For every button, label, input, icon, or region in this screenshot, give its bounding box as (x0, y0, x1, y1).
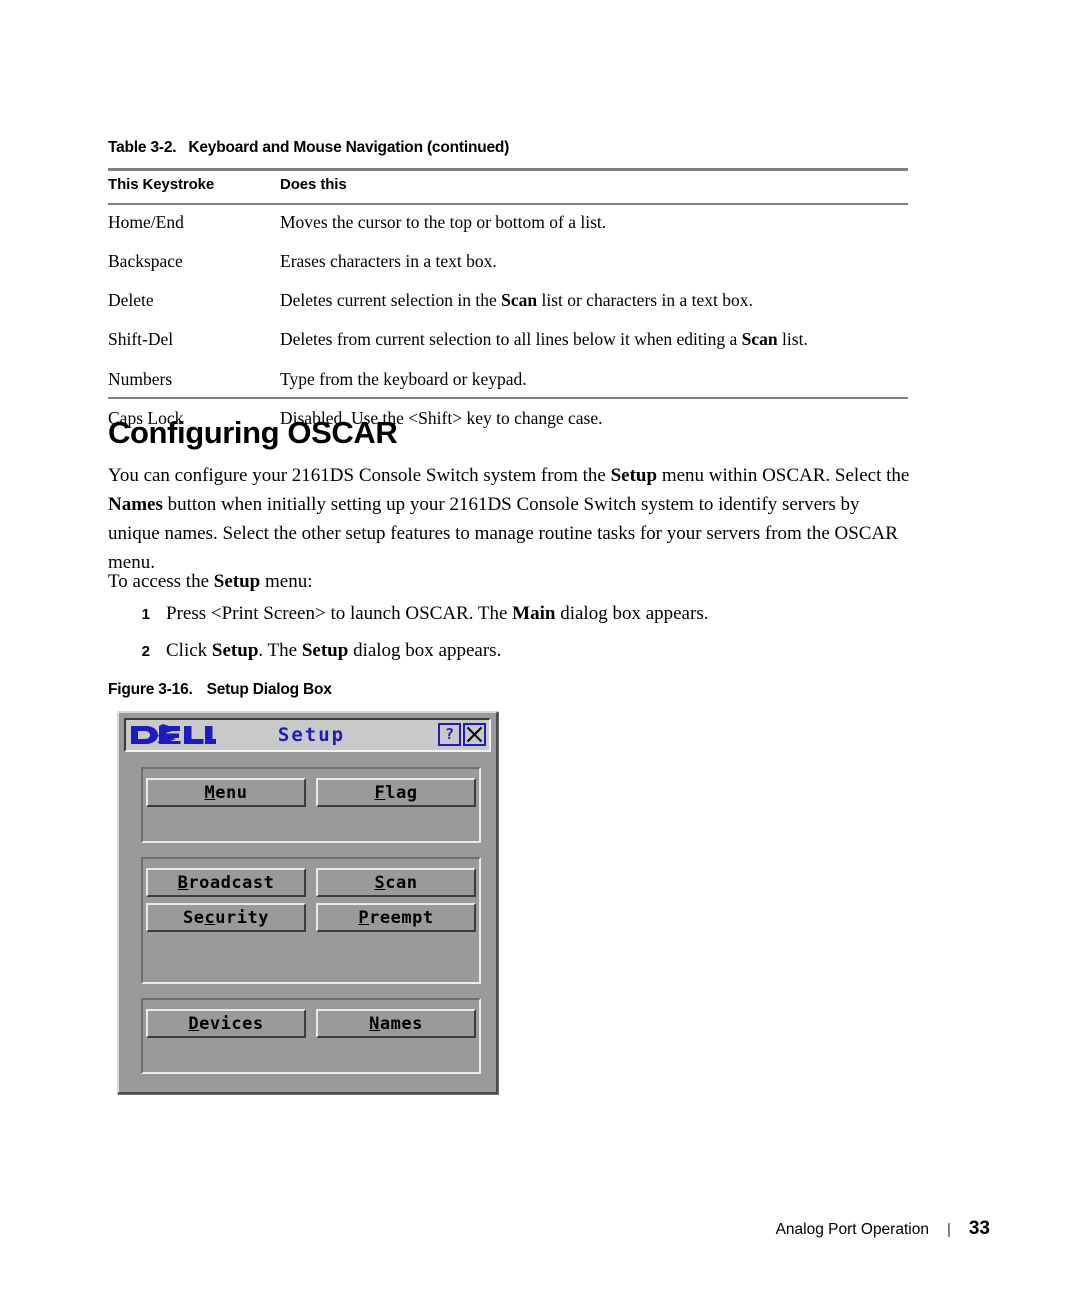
paragraph-part-1: You can configure your 2161DS Console Sw… (108, 465, 611, 486)
document-page: Table 3-2. Keyboard and Mouse Navigation … (0, 0, 1080, 1296)
cell-keystroke: Home/End (108, 212, 184, 232)
dialog-button-preempt[interactable]: Preempt (316, 903, 476, 932)
navigation-table: This Keystroke Does this Home/End Moves t… (108, 176, 908, 438)
cell-text: Deletes current selection in the (280, 290, 502, 311)
cell-description: Erases characters in a text box. (280, 242, 908, 281)
step-text-part: . The (258, 639, 302, 661)
cell-description: Moves the cursor to the top or bottom of… (280, 203, 908, 242)
table-rule-top (108, 168, 908, 171)
table-caption-text: Keyboard and Mouse Navigation (continued… (188, 139, 510, 156)
lead-bold-setup: Setup (213, 571, 261, 592)
table-caption: Table 3-2. Keyboard and Mouse Navigation … (108, 139, 509, 157)
step-emphasis: Setup (211, 639, 259, 661)
dialog-group-2: Broadcast Scan Se c urity Preempt (141, 857, 481, 984)
paragraph-part-3: button when initially setting up your 21… (108, 493, 898, 573)
dell-logo-icon (131, 724, 216, 744)
dialog-button-menu[interactable]: Menu (146, 778, 306, 807)
dialog-button-flag[interactable]: Flag (316, 778, 476, 807)
cell-keystroke: Delete (108, 290, 154, 311)
dialog-button-broadcast[interactable]: Broadcast (146, 868, 306, 897)
table-row: Home/End Moves the cursor to the top or b… (108, 203, 908, 242)
step-item: 1 Press <Print Screen> to launch OSCAR. T… (108, 600, 913, 629)
cell-emphasis: Scan (741, 329, 778, 350)
page-number: 33 (968, 1218, 990, 1239)
cell-keystroke: Shift-Del (108, 329, 174, 350)
dialog-button-scan[interactable]: Scan (316, 868, 476, 897)
cell-text: Type from the keyboard or keypad. (280, 368, 527, 389)
help-icon[interactable]: ? (438, 723, 461, 746)
numbered-steps: 1 Press <Print Screen> to launch OSCAR. T… (108, 600, 913, 673)
step-text-part: Click (166, 639, 212, 661)
close-icon[interactable] (463, 723, 486, 746)
dialog-group-3: Devices Names (141, 998, 481, 1074)
dialog-button-row: Menu Flag (143, 769, 479, 807)
step-text-part: Press <Print Screen> to launch OSCAR. Th… (166, 603, 513, 624)
dialog-button-names[interactable]: Names (316, 1009, 476, 1038)
cell-text: Moves the cursor to the top or bottom of… (280, 212, 607, 232)
table-header-row: This Keystroke Does this (108, 176, 908, 203)
table-row: Shift-Del Deletes from current selection … (108, 320, 908, 359)
cell-description: Deletes from current selection to all li… (280, 320, 908, 359)
step-emphasis: Setup (301, 639, 349, 661)
step-text: Press <Print Screen> to launch OSCAR. Th… (166, 600, 708, 629)
dialog-button-security[interactable]: Se c urity (146, 903, 306, 932)
cell-emphasis: Scan (501, 290, 538, 311)
lead-part-1: To access the (108, 571, 214, 592)
step-emphasis: Main (512, 603, 556, 624)
step-number: 1 (141, 606, 150, 623)
body-paragraph: You can configure your 2161DS Console Sw… (108, 462, 913, 578)
cell-description: Type from the keyboard or keypad. (280, 360, 908, 399)
step-item: 2 Click Setup. The Setup dialog box appea… (108, 637, 913, 666)
table-row: Delete Deletes current selection in the S… (108, 281, 908, 320)
column-header-keystroke: This Keystroke (108, 176, 215, 193)
dialog-button-row: Se c urity Preempt (143, 897, 479, 932)
table-caption-number: Table 3-2. (108, 139, 177, 156)
step-number: 2 (141, 642, 150, 660)
dialog-titlebar: Setup ? (124, 718, 491, 752)
cell-text: Deletes from current selection to all li… (280, 329, 742, 350)
paragraph-bold-setup: Setup (610, 465, 658, 486)
dialog-button-devices[interactable]: Devices (146, 1009, 306, 1038)
cell-keystroke: Backspace (108, 251, 183, 272)
step-text: Click Setup. The Setup dialog box appear… (166, 637, 501, 666)
dialog-button-row: Broadcast Scan (143, 859, 479, 897)
steps-lead-in: To access the Setup menu: (108, 568, 312, 597)
footer-separator: | (946, 1221, 951, 1238)
column-header-does-this: Does this (280, 176, 347, 193)
cell-text: Erases characters in a text box. (280, 251, 497, 272)
page-title: Configuring OSCAR (108, 415, 398, 450)
page-footer: Analog Port Operation | 33 (0, 1218, 1080, 1240)
paragraph-bold-names: Names (108, 493, 163, 515)
cell-text-tail: list or characters in a text box. (537, 290, 753, 311)
figure-caption-text: Setup Dialog Box (206, 681, 332, 698)
footer-chapter-label: Analog Port Operation (775, 1221, 929, 1238)
cell-text-tail: list. (777, 329, 808, 350)
table-row: Numbers Type from the keyboard or keypad. (108, 360, 908, 399)
table-row: Backspace Erases characters in a text box… (108, 242, 908, 281)
paragraph-part-2: menu within OSCAR. Select the (657, 465, 910, 486)
figure-caption-number: Figure 3-16. (108, 681, 193, 698)
lead-part-2: menu: (260, 571, 313, 592)
dialog-button-row: Devices Names (143, 1000, 479, 1038)
step-text-part: dialog box appears. (555, 603, 709, 624)
setup-dialog: Setup ? Menu Flag Broadcast Scan Se c urity Pr… (117, 711, 498, 1094)
cell-description: Deletes current selection in the Scan li… (280, 281, 908, 320)
cell-keystroke: Numbers (108, 368, 173, 389)
step-text-part: dialog box appears. (348, 639, 502, 661)
dialog-group-1: Menu Flag (141, 767, 481, 843)
figure-caption: Figure 3-16. Setup Dialog Box (108, 681, 332, 699)
titlebar-buttons: ? (438, 723, 486, 746)
